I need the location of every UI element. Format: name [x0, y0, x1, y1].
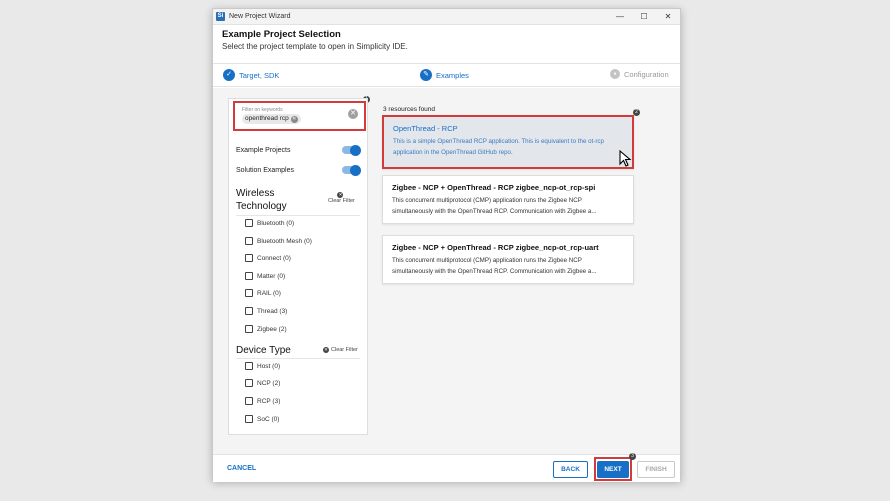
- checkbox-host[interactable]: Host (0): [245, 362, 280, 370]
- checkbox[interactable]: [245, 397, 253, 405]
- annotation-badge: 3: [629, 453, 636, 460]
- section-title-line: Wireless: [236, 188, 275, 199]
- checkbox-matter[interactable]: Matter (0): [245, 272, 285, 280]
- title-bar: Si New Project Wizard — ☐ ✕: [213, 9, 680, 25]
- checkbox[interactable]: [245, 289, 253, 297]
- annotation-badge: 2: [633, 109, 640, 116]
- checkbox-thread[interactable]: Thread (3): [245, 307, 287, 315]
- clear-search-icon[interactable]: ✕: [348, 109, 358, 119]
- keyword-chip[interactable]: openthread rcp ✕: [242, 114, 301, 124]
- chip-label: openthread rcp: [245, 115, 289, 122]
- clear-filter-icon: ✕: [323, 347, 329, 353]
- page-title: Example Project Selection: [222, 29, 341, 40]
- card-title: Zigbee - NCP + OpenThread - RCP zigbee_n…: [392, 183, 596, 192]
- checkbox-label: Thread (3): [257, 307, 288, 315]
- checkbox-bluetooth[interactable]: Bluetooth (0): [245, 219, 294, 227]
- next-button[interactable]: NEXT: [597, 461, 629, 478]
- example-card-zigbee-ncp-uart[interactable]: Zigbee - NCP + OpenThread - RCP zigbee_n…: [382, 235, 634, 284]
- clear-filter-wireless[interactable]: ✕ Clear Filter: [328, 192, 355, 204]
- wireless-technology-title: Wireless Technology: [236, 187, 287, 213]
- checkbox[interactable]: [245, 307, 253, 315]
- minimize-icon[interactable]: —: [608, 12, 632, 21]
- step-target-sdk[interactable]: ✓ Target, SDK: [223, 69, 279, 81]
- divider: [236, 358, 360, 359]
- checkbox-label: NCP (2): [257, 379, 281, 387]
- checkbox-label: SoC (0): [257, 415, 280, 423]
- example-card-openthread-rcp[interactable]: OpenThread - RCP This is a simple OpenTh…: [382, 115, 634, 169]
- divider: [236, 215, 360, 216]
- step-label: Examples: [436, 70, 469, 80]
- cancel-button[interactable]: CANCEL: [227, 465, 256, 472]
- wizard-stepper: ✓ Target, SDK ✎ Examples ● Configuration: [213, 63, 680, 87]
- toggle-switch[interactable]: [342, 144, 361, 156]
- card-description: This is a simple OpenThread RCP applicat…: [393, 138, 604, 156]
- checkbox[interactable]: [245, 325, 253, 333]
- back-button[interactable]: BACK: [553, 461, 588, 478]
- filter-panel: Filter on keywords openthread rcp ✕ ✕ Ex…: [228, 98, 368, 435]
- checkbox-ncp[interactable]: NCP (2): [245, 379, 280, 387]
- step-examples[interactable]: ✎ Examples: [420, 69, 469, 81]
- clear-filter-label: Clear Filter: [331, 347, 358, 353]
- checkbox[interactable]: [245, 415, 253, 423]
- checkbox-label: RAIL (0): [257, 289, 281, 297]
- checkbox[interactable]: [245, 237, 253, 245]
- checkbox-soc[interactable]: SoC (0): [245, 415, 279, 423]
- edit-icon: ✎: [420, 69, 432, 81]
- toggle-label: Example Projects: [236, 146, 291, 154]
- clear-filter-device[interactable]: ✕ Clear Filter: [323, 347, 358, 353]
- checkbox-rcp[interactable]: RCP (3): [245, 397, 280, 405]
- example-card-zigbee-ncp-spi[interactable]: Zigbee - NCP + OpenThread - RCP zigbee_n…: [382, 175, 634, 224]
- wizard-footer: CANCEL BACK NEXT 3 FINISH: [213, 453, 680, 482]
- checkbox[interactable]: [245, 219, 253, 227]
- checkbox-label: Connect (0): [257, 254, 291, 262]
- window-title: New Project Wizard: [229, 13, 291, 20]
- wizard-window: Si New Project Wizard — ☐ ✕ Example Proj…: [212, 8, 681, 482]
- step-label: Configuration: [624, 69, 669, 79]
- app-icon: Si: [216, 12, 225, 21]
- toggle-label: Solution Examples: [236, 166, 294, 174]
- card-title: OpenThread - RCP: [393, 124, 458, 133]
- checkbox[interactable]: [245, 254, 253, 262]
- checkbox-rail[interactable]: RAIL (0): [245, 289, 281, 297]
- card-description: This concurrent multiprotocol (CMP) appl…: [392, 197, 597, 215]
- step-label: Target, SDK: [239, 70, 280, 80]
- wizard-header: Example Project Selection Select the pro…: [213, 25, 680, 54]
- content-area: 1 Filter on keywords openthread rcp ✕ ✕ …: [213, 88, 680, 454]
- checkbox-label: Host (0): [257, 362, 281, 370]
- checkbox-label: Bluetooth (0): [257, 219, 295, 227]
- close-icon[interactable]: ✕: [656, 12, 680, 21]
- card-title: Zigbee - NCP + OpenThread - RCP zigbee_n…: [392, 243, 599, 252]
- checkbox-connect[interactable]: Connect (0): [245, 254, 291, 262]
- step-configuration: ● Configuration: [610, 69, 669, 79]
- checkbox-label: Matter (0): [257, 272, 286, 280]
- checkbox-label: Zigbee (2): [257, 325, 287, 333]
- section-title-line: Technology: [236, 201, 287, 212]
- checkbox-label: RCP (3): [257, 397, 281, 405]
- check-icon: ✓: [223, 69, 235, 81]
- results-count: 3 resources found: [383, 106, 436, 113]
- mouse-cursor-icon: [619, 150, 632, 167]
- toggle-switch[interactable]: [342, 164, 361, 176]
- toggle-example-projects[interactable]: Example Projects: [236, 144, 361, 156]
- dot-icon: ●: [610, 69, 620, 79]
- search-input[interactable]: Filter on keywords openthread rcp ✕ ✕: [233, 101, 366, 131]
- checkbox[interactable]: [245, 362, 253, 370]
- toggle-solution-examples[interactable]: Solution Examples: [236, 164, 361, 176]
- clear-filter-label: Clear Filter: [328, 198, 355, 204]
- finish-button: FINISH: [637, 461, 675, 478]
- chip-remove-icon[interactable]: ✕: [290, 115, 298, 123]
- device-type-title: Device Type: [236, 345, 291, 356]
- checkbox-bluetooth-mesh[interactable]: Bluetooth Mesh (0): [245, 237, 312, 245]
- checkbox-zigbee[interactable]: Zigbee (2): [245, 325, 287, 333]
- page-subtitle: Select the project template to open in S…: [222, 42, 408, 51]
- search-placeholder: Filter on keywords: [242, 107, 283, 113]
- card-description: This concurrent multiprotocol (CMP) appl…: [392, 257, 597, 275]
- checkbox-label: Bluetooth Mesh (0): [257, 237, 312, 245]
- maximize-icon[interactable]: ☐: [632, 12, 656, 21]
- checkbox[interactable]: [245, 272, 253, 280]
- checkbox[interactable]: [245, 379, 253, 387]
